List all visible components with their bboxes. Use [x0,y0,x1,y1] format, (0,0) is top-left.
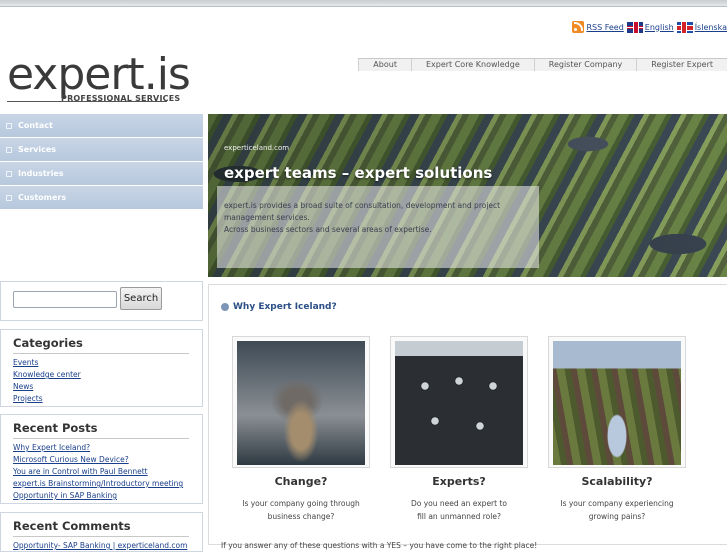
sidebar-item-services[interactable]: Services [0,138,203,161]
square-bullet-icon [6,194,12,201]
sidebar-item-label: Industries [18,169,64,178]
main-content: Why Expert Iceland? Change? Is your comp… [208,284,727,550]
search-input[interactable] [13,291,117,308]
square-bullet-icon [6,146,12,153]
logo-tagline: PROFESSIONAL SERVICES [61,94,181,103]
hero-line-1: expert.is provides a broad suite of cons… [224,201,501,222]
recent-post-link[interactable]: Why Expert Iceland? [13,442,190,454]
side-navigation: Contact Services Industries Customers [0,114,203,210]
categories-title: Categories [13,336,189,354]
card-change[interactable] [232,336,370,468]
square-bullet-icon [6,122,12,129]
uk-flag-icon [626,21,643,33]
top-navigation: About Expert Core Knowledge Register Com… [358,58,727,71]
section-heading[interactable]: Why Expert Iceland? [221,302,337,312]
language-bar: RSS Feed English Íslenska [569,20,727,34]
sidebar-item-customers[interactable]: Customers [0,186,203,209]
card-desc-experts: Do you need an expert to fill an unmanned… [410,499,507,521]
main-footer-text: If you answer any of these questions wit… [221,541,538,550]
rift-photo [553,341,681,465]
nav-register-expert[interactable]: Register Expert [636,59,727,71]
cockpit-photo [395,341,523,465]
card-title-scalability: Scalability? [581,475,653,488]
recent-post-link[interactable]: Opportunity in SAP Banking [13,490,190,502]
icelandic-link[interactable]: Íslenska [676,21,727,33]
search-button[interactable]: Search [120,287,162,310]
sidebar-item-industries[interactable]: Industries [0,162,203,185]
english-link[interactable]: English [626,21,674,33]
rss-feed-label: RSS Feed [586,22,624,32]
hero-site-name: experticeland.com [224,144,290,152]
recent-comment-link[interactable]: Opportunity- SAP Banking | experticeland… [13,540,190,552]
card-title-change: Change? [274,475,328,488]
site-logo[interactable]: expert.is PROFESSIONAL SERVICES [7,49,191,103]
nav-expert-core-knowledge[interactable]: Expert Core Knowledge [410,59,534,71]
categories-widget: Categories Events Knowledge center News … [0,329,203,407]
card-title-experts: Experts? [432,475,486,488]
category-link[interactable]: Knowledge center [13,369,190,381]
logo-wordmark: expert.is [7,49,191,100]
sidebar-item-label: Customers [18,193,67,202]
rss-feed-link[interactable]: RSS Feed [572,21,624,33]
section-heading-label: Why Expert Iceland? [233,302,337,312]
rss-icon [572,21,585,33]
recent-comments-title: Recent Comments [13,519,189,537]
card-desc-change: Is your company going through business ch… [242,499,360,521]
sidebar-item-label: Contact [18,121,53,130]
recent-posts-widget: Recent Posts Why Expert Iceland? Microso… [0,414,203,504]
hero-title: expert teams – expert solutions [224,164,493,182]
category-link[interactable]: Projects [13,393,190,405]
hero-line-2: Across business sectors and several area… [224,225,432,234]
category-link[interactable]: News [13,381,190,393]
recent-post-link[interactable]: You are in Control with Paul Bennett [13,466,190,478]
sidebar-item-label: Services [18,145,57,154]
nav-register-company[interactable]: Register Company [533,59,637,71]
recent-posts-title: Recent Posts [13,421,189,439]
volcano-photo [237,341,365,465]
card-desc-scalability: Is your company experiencing growing pain… [560,499,674,521]
circle-bullet-icon [221,303,229,311]
square-bullet-icon [6,170,12,177]
recent-post-link[interactable]: expert.is Brainstorming/Introductory mee… [13,478,190,490]
nav-about[interactable]: About [358,59,411,71]
card-experts[interactable] [390,336,528,468]
card-scalability[interactable] [548,336,686,468]
recent-post-link[interactable]: Microsoft Curious New Device? [13,454,190,466]
icelandic-label: Íslenska [694,22,727,32]
sidebar-item-contact[interactable]: Contact [0,114,203,137]
category-link[interactable]: Events [13,357,190,369]
hero-description: expert.is provides a broad suite of cons… [224,200,524,236]
search-widget: Search [0,281,203,321]
iceland-flag-icon [676,21,693,33]
hero-banner: experticeland.com expert teams – expert … [208,114,727,277]
recent-comments-widget: Recent Comments Opportunity- SAP Banking… [0,512,203,552]
browser-top-strip [0,0,727,7]
english-label: English [644,22,674,32]
